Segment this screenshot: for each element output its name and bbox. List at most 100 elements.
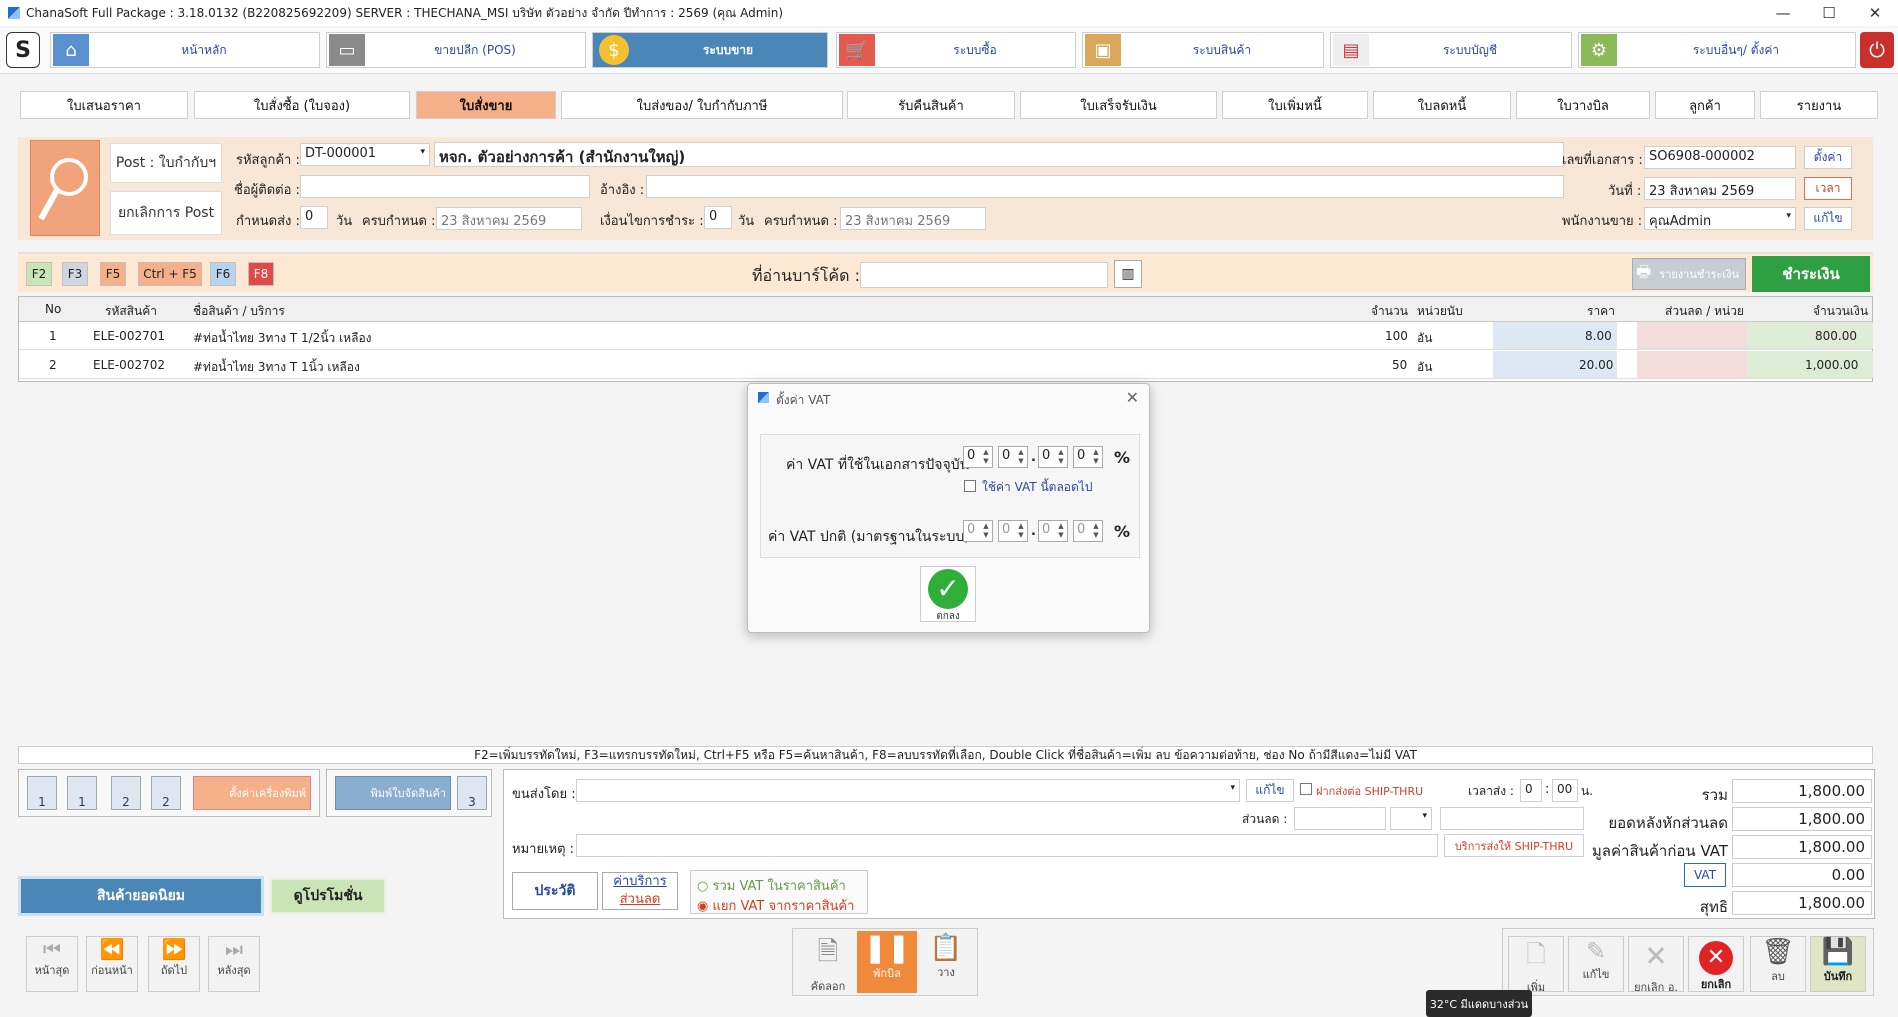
discount-amount-field[interactable] [1440,807,1584,830]
current-vat-digit-3[interactable]: 0 ▲ ▼ [1038,446,1068,468]
edit-button[interactable]: ✎ แก้ไข [1568,936,1624,992]
discount-link[interactable]: ส่วนลด [603,891,677,909]
last-record-button[interactable]: ⏭ หลังสุด [208,936,260,992]
delete-button[interactable]: 🗑 ลบ [1750,936,1806,992]
tab-receipt[interactable]: ใบเสร็จรับเงิน [1020,91,1217,119]
prev-record-button[interactable]: ⏪ ก่อนหน้า [86,936,138,992]
copy-button[interactable]: 🗎 คัดลอก [801,933,855,993]
paste-button[interactable]: 📋 วาง [919,933,973,991]
edit-salesman-button[interactable]: แก้ไข [1804,207,1852,230]
f3-key-button[interactable]: F3 [62,262,88,286]
ship-hour-field[interactable]: 0 [1520,779,1542,802]
tab-quotation[interactable]: ใบเสนอราคา [20,91,188,119]
promotion-button[interactable]: ดูโปรโมชั่น [270,878,386,914]
ship-thru-checkbox[interactable] [1300,783,1312,795]
tab-debit-note[interactable]: ใบเพิ่มหนี้ [1222,91,1368,119]
pay-button[interactable]: ชำระเงิน [1752,256,1870,292]
f8-key-button[interactable]: F8 [248,262,274,286]
table-row[interactable]: 1 ELE-002701 #ท่อน้ำไทย 3ทาง T 1/2นิ้ว เ… [19,322,1873,350]
history-button[interactable]: ประวัติ [512,872,598,910]
cancel-post-button[interactable]: ยกเลิกการ Post [110,191,222,235]
cancel-button[interactable]: ✕ ยกเลิก [1688,936,1744,992]
maximize-button[interactable]: ☐ [1806,0,1852,26]
module-home[interactable]: ⌂ หน้าหลัก [50,32,320,68]
module-purchase[interactable]: 🛒 ระบบซื้อ [836,32,1076,68]
post-invoice-button[interactable]: Post : ใบกำกับฯ [110,143,222,183]
current-vat-digit-4[interactable]: 0 ▲ ▼ [1073,446,1103,468]
print-picking-button[interactable]: พิมพ์ใบจัดสินค้า [335,776,451,810]
module-pos[interactable]: ▭ ขายปลีก (POS) [326,32,586,68]
ship-thru-service-button[interactable]: บริการส่งให้ SHIP-THRU [1444,834,1584,857]
barcode-scan-icon[interactable]: ▥ [1114,260,1142,288]
vat-settings-button[interactable]: VAT [1684,863,1726,887]
cancel-doc-button[interactable]: 🗙 ยกเลิก อ. [1628,936,1684,994]
add-button[interactable]: 🗋 เพิ่ม [1508,936,1564,994]
pause-bill-button[interactable]: ❚❚ พักบิล [857,931,917,993]
print-1-icon[interactable]: 1 [27,776,57,810]
current-vat-digit-1[interactable]: 0 ▲ ▼ [963,446,993,468]
ship-edit-button[interactable]: แก้ไข [1246,779,1294,802]
close-window-button[interactable]: ✕ [1852,0,1898,26]
tab-delivery-invoice[interactable]: ใบส่งของ/ ใบกำกับภาษี [561,91,843,119]
table-row[interactable]: 2 ELE-002702 #ท่อน้ำไทย 3ทาง T 1นิ้ว เหล… [19,351,1873,379]
reference-field[interactable] [646,175,1564,198]
tab-billing[interactable]: ใบวางบิล [1516,91,1650,119]
tab-customer[interactable]: ลูกค้า [1655,91,1755,119]
docno-field[interactable]: SO6908-000002 [1644,146,1796,169]
tab-return[interactable]: รับคืนสินค้า [847,91,1015,119]
module-settings[interactable]: ⚙ ระบบอื่นๆ/ ตั้งค่า [1578,32,1856,68]
chanasoft-logo-icon[interactable]: S [6,32,40,68]
f6-key-button[interactable]: F6 [210,262,236,286]
date-field[interactable]: 23 สิงหาคม 2569 [1644,177,1796,200]
customer-name-field[interactable]: หจก. ตัวอย่างการค้า (สำนักงานใหญ่) [434,142,1564,167]
set-docno-button[interactable]: ตั้งค่า [1804,146,1852,169]
f5-key-button[interactable]: F5 [100,262,126,286]
tab-report[interactable]: รายงาน [1760,91,1878,119]
first-record-button[interactable]: ⏮ หน้าสุด [26,936,78,992]
power-off-icon[interactable]: ⏻ [1860,32,1894,68]
print-1-preview-icon[interactable]: 1 [67,776,97,810]
payment-days-field[interactable]: 0 [704,206,732,229]
decimal-point: . [1031,450,1036,465]
vat-include-option[interactable]: ○ รวม VAT ในราคาสินค้า [697,875,846,896]
search-magnifier-icon[interactable] [30,140,100,236]
barcode-input[interactable] [860,262,1108,288]
ship-by-field[interactable]: ▾ [576,779,1240,802]
vat-exclude-option[interactable]: ◉ แยก VAT จากราคาสินค้า [697,895,854,916]
next-record-button[interactable]: ⏩ ถัดไป [148,936,200,992]
ship-minute-field[interactable]: 00 [1552,779,1578,802]
minimize-button[interactable]: — [1760,0,1806,26]
use-vat-always-checkbox[interactable] [964,480,976,492]
module-inventory[interactable]: ▣ ระบบสินค้า [1082,32,1324,68]
dialog-titlebar: ตั้งค่า VAT ✕ [748,384,1149,412]
remark-field[interactable] [576,834,1438,857]
service-fee-link[interactable]: ค่าบริการ [603,873,677,891]
printer-settings-button[interactable]: ตั้งค่าเครื่องพิมพ์ [193,776,311,810]
due-date-1-field[interactable]: 23 สิงหาคม 2569 [436,207,582,230]
current-vat-digit-2[interactable]: 0 ▲ ▼ [998,446,1028,468]
save-button[interactable]: 💾 บันทึก [1810,936,1866,992]
payment-report-button[interactable]: 🖶 รายงานชำระเงิน [1632,258,1746,290]
delivery-days-field[interactable]: 0 [300,206,328,229]
service-fee-button[interactable]: ค่าบริการ ส่วนลด [602,872,678,910]
f2-key-button[interactable]: F2 [26,262,52,286]
tab-credit-note[interactable]: ใบลดหนี้ [1373,91,1511,119]
popular-products-button[interactable]: สินค้ายอดนิยม [18,876,264,916]
contact-field[interactable] [300,175,590,198]
tab-purchase-order[interactable]: ใบสั่งซื้อ (ใบจอง) [194,91,410,119]
discount-field[interactable] [1294,807,1386,830]
dialog-close-icon[interactable]: ✕ [1126,388,1139,407]
tab-sales-order[interactable]: ใบสั่งขาย [416,91,556,119]
module-accounting[interactable]: ▤ ระบบบัญชี [1330,32,1572,68]
discount-type-select[interactable]: ▾ [1390,807,1432,830]
time-button[interactable]: เวลา [1804,177,1852,200]
module-sales[interactable]: $ ระบบขาย [592,32,828,68]
print-3-preview-icon[interactable]: 3 [457,776,487,810]
print-2-preview-icon[interactable]: 2 [151,776,181,810]
ctrl-f5-key-button[interactable]: Ctrl + F5 [138,262,202,286]
customer-code-field[interactable]: DT-000001 ▾ [300,143,430,166]
due-date-2-field[interactable]: 23 สิงหาคม 2569 [840,207,986,230]
ok-button[interactable]: ✓ ตกลง [920,566,976,622]
print-2-icon[interactable]: 2 [111,776,141,810]
salesman-field[interactable]: คุณAdmin ▾ [1644,207,1796,230]
